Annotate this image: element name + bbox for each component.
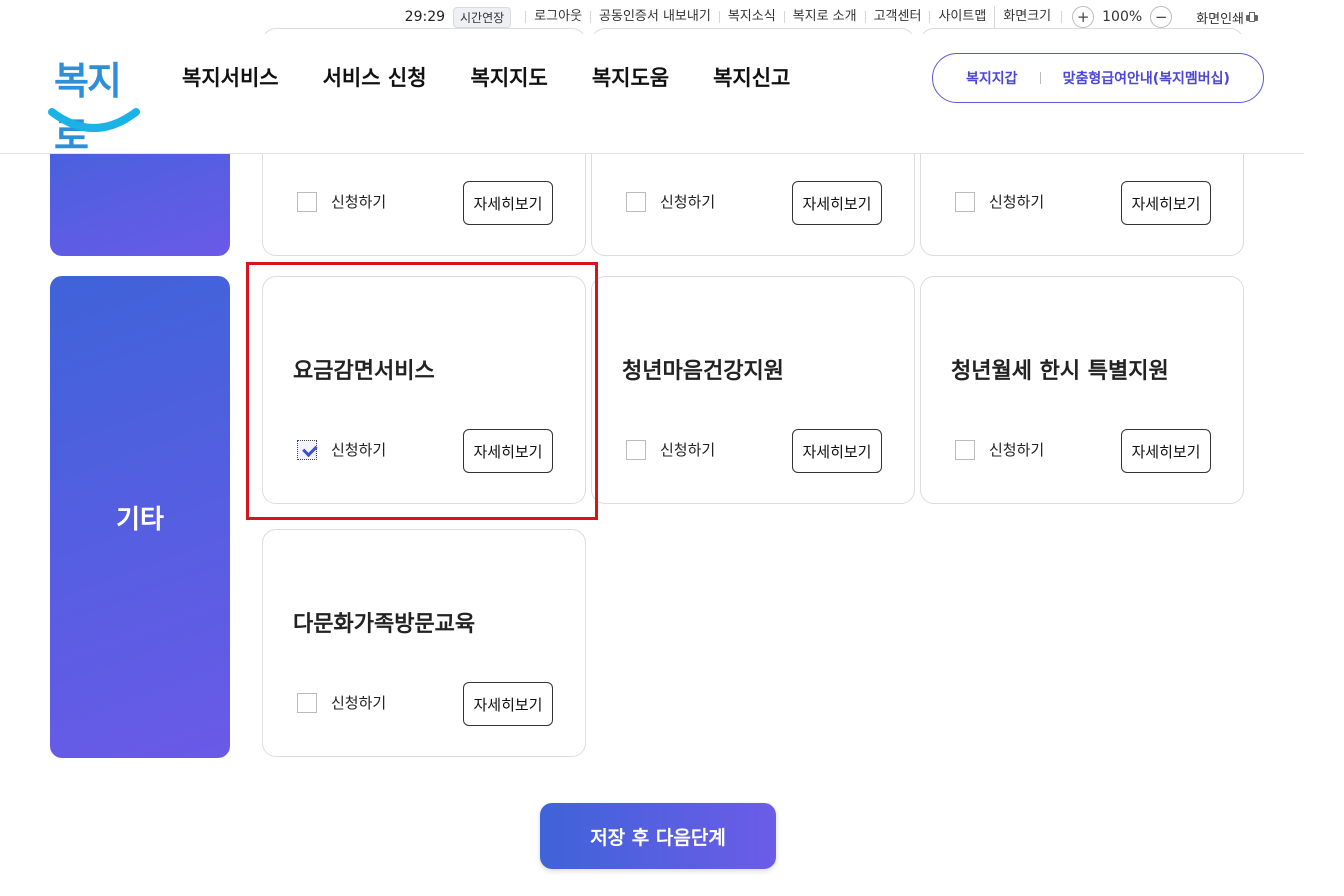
apply-checkbox[interactable] <box>955 191 975 212</box>
logo[interactable]: 복지로 <box>48 50 140 158</box>
divider <box>1039 72 1041 84</box>
extend-session-button[interactable]: 시간연장 <box>453 6 512 28</box>
apply-checkbox-wrap[interactable]: 신청하기 <box>297 692 386 713</box>
main-nav: 복지서비스 서비스 신청 복지지도 복지도움 복지신고 <box>182 62 790 92</box>
service-card-multicultural-visit: 다문화가족방문교육 신청하기 자세히보기 <box>262 529 586 757</box>
utility-bar: 29:29 시간연장 로그아웃 공동인증서 내보내기 복지소식 복지로 소개 고… <box>405 6 1258 28</box>
detail-button[interactable]: 자세히보기 <box>792 429 882 473</box>
logout-link[interactable]: 로그아웃 <box>525 10 590 23</box>
service-title: 다문화가족방문교육 <box>293 612 476 637</box>
font-size-label: 화면크기 <box>1003 9 1052 24</box>
nav-welfare-help[interactable]: 복지도움 <box>592 62 669 92</box>
service-card-youth-mental-health: 청년마음건강지원 신청하기 자세히보기 <box>591 276 915 504</box>
custom-benefit-link[interactable]: 맞춤형급여안내(복지멤버십) <box>1063 68 1230 88</box>
apply-label: 신청하기 <box>989 193 1045 211</box>
detail-button[interactable]: 자세히보기 <box>463 429 553 473</box>
detail-button[interactable]: 자세히보기 <box>1121 429 1211 473</box>
nav-welfare-services[interactable]: 복지서비스 <box>182 62 279 92</box>
zoom-control: 화면크기 + 100% − <box>994 6 1184 28</box>
apply-checkbox-wrap[interactable]: 신청하기 <box>626 439 715 460</box>
service-title: 청년마음건강지원 <box>622 359 784 384</box>
customer-center-link[interactable]: 고객센터 <box>864 10 930 23</box>
printer-icon <box>1246 11 1258 23</box>
nav-welfare-report[interactable]: 복지신고 <box>713 62 790 92</box>
apply-label: 신청하기 <box>331 193 387 211</box>
category-block-other: 기타 <box>50 276 230 758</box>
apply-label: 신청하기 <box>331 441 387 459</box>
print-button[interactable]: 화면인쇄 <box>1184 8 1258 27</box>
export-certificate-link[interactable]: 공동인증서 내보내기 <box>590 10 719 23</box>
apply-checkbox-wrap[interactable]: 신청하기 <box>955 191 1044 212</box>
apply-checkbox[interactable] <box>297 191 317 212</box>
welfare-wallet-link[interactable]: 복지지갑 <box>966 68 1018 88</box>
save-next-button[interactable]: 저장 후 다음단계 <box>540 803 776 869</box>
site-header: 복지로 복지서비스 서비스 신청 복지지도 복지도움 복지신고 복지지갑 맞춤형… <box>0 34 1304 158</box>
apply-checkbox-wrap[interactable]: 신청하기 <box>955 439 1044 460</box>
service-title: 청년월세 한시 특별지원 <box>951 359 1169 384</box>
service-card-youth-rent: 청년월세 한시 특별지원 신청하기 자세히보기 <box>920 276 1244 504</box>
service-title: 요금감면서비스 <box>293 359 435 384</box>
apply-label: 신청하기 <box>331 694 387 712</box>
top-links-pill: 복지지갑 맞춤형급여안내(복지멤버십) <box>932 53 1264 103</box>
zoom-out-button[interactable]: − <box>1150 6 1173 28</box>
apply-checkbox-wrap[interactable]: 신청하기 <box>297 439 386 460</box>
apply-checkbox-wrap[interactable]: 신청하기 <box>626 191 715 212</box>
nav-service-apply[interactable]: 서비스 신청 <box>323 62 427 92</box>
zoom-in-button[interactable]: + <box>1072 6 1095 28</box>
detail-button[interactable]: 자세히보기 <box>1121 181 1211 225</box>
apply-checkbox-wrap[interactable]: 신청하기 <box>297 191 386 212</box>
nav-welfare-map[interactable]: 복지지도 <box>471 62 548 92</box>
apply-checkbox[interactable] <box>626 439 646 460</box>
service-card-fee-reduction: 요금감면서비스 신청하기 자세히보기 <box>262 276 586 504</box>
apply-label: 신청하기 <box>989 441 1045 459</box>
print-label: 화면인쇄 <box>1196 11 1244 27</box>
apply-checkbox[interactable] <box>955 439 975 460</box>
detail-button[interactable]: 자세히보기 <box>463 682 553 726</box>
session-timer: 29:29 <box>404 9 446 25</box>
apply-checkbox-checked[interactable] <box>297 439 317 460</box>
detail-button[interactable]: 자세히보기 <box>792 181 882 225</box>
detail-button[interactable]: 자세히보기 <box>463 181 553 225</box>
zoom-value: 100% <box>1102 9 1143 25</box>
category-label: 기타 <box>116 504 164 535</box>
about-link[interactable]: 복지로 소개 <box>783 10 865 23</box>
logo-smile-icon <box>48 108 140 132</box>
apply-label: 신청하기 <box>660 193 716 211</box>
apply-checkbox[interactable] <box>297 692 317 713</box>
apply-label: 신청하기 <box>660 441 716 459</box>
apply-checkbox[interactable] <box>626 191 646 212</box>
welfare-news-link[interactable]: 복지소식 <box>718 10 784 23</box>
sitemap-link[interactable]: 사이트맵 <box>929 10 994 23</box>
